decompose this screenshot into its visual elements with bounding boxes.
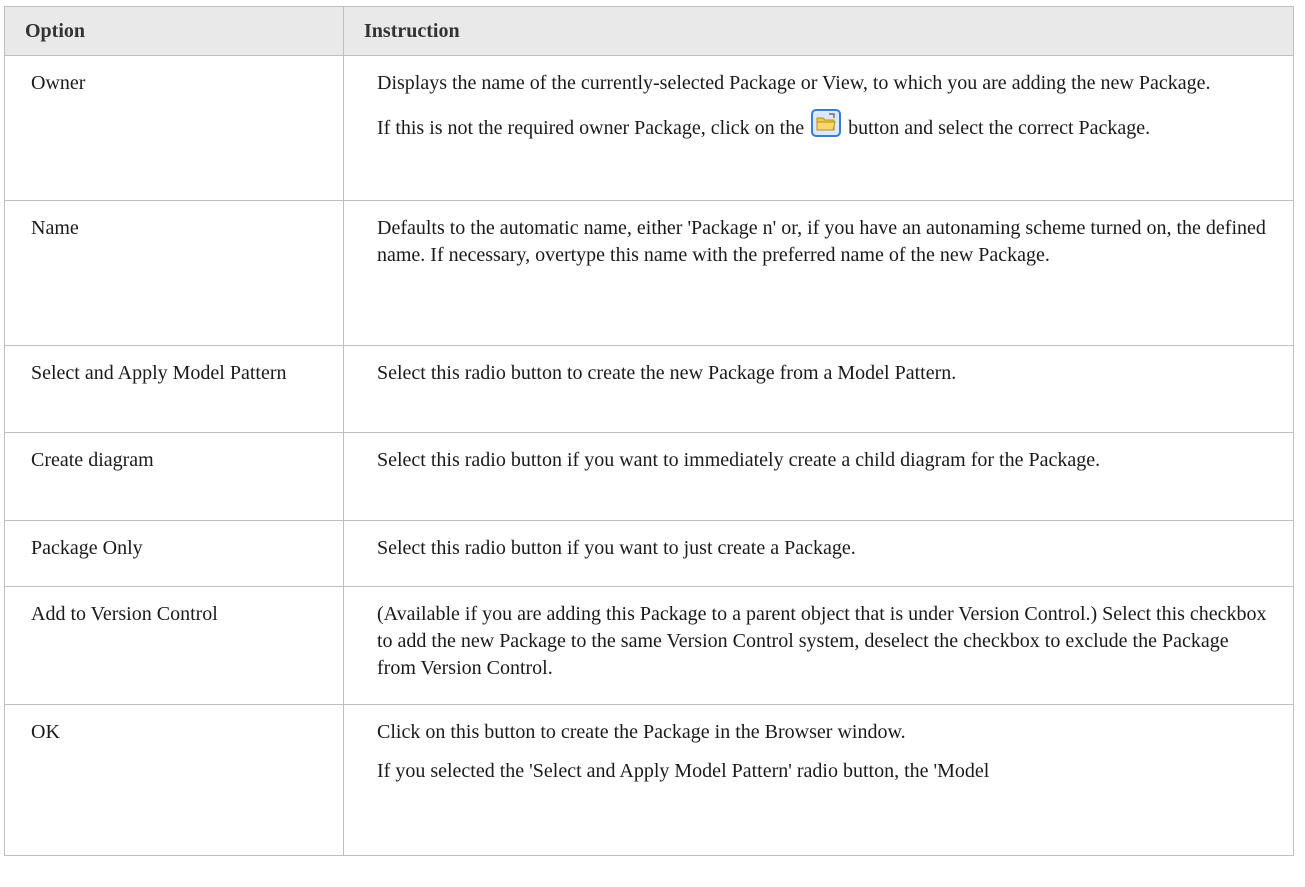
option-cell: Package Only <box>4 520 344 587</box>
table-header-row: Option Instruction <box>4 6 1294 56</box>
options-table: Option Instruction Owner Displays the na… <box>4 6 1294 856</box>
table-row-select-apply-model-pattern: Select and Apply Model Pattern Select th… <box>4 345 1294 433</box>
instruction-cell: Click on this button to create the Packa… <box>343 704 1294 856</box>
open-folder-icon[interactable] <box>811 109 842 137</box>
instruction-cell: Select this radio button to create the n… <box>343 345 1294 433</box>
instruction-paragraph: (Available if you are adding this Packag… <box>377 603 1267 679</box>
table-row-owner: Owner Displays the name of the currently… <box>4 55 1294 201</box>
option-cell: Owner <box>4 55 344 201</box>
instruction-cell: (Available if you are adding this Packag… <box>343 586 1294 705</box>
option-cell: Add to Version Control <box>4 586 344 705</box>
instruction-paragraph: Displays the name of the currently-selec… <box>377 72 1211 94</box>
instruction-paragraph: Click on this button to create the Packa… <box>377 721 906 743</box>
instruction-paragraph: If you selected the 'Select and Apply Mo… <box>377 760 990 782</box>
instruction-paragraph: If this is not the required owner Packag… <box>377 109 1269 142</box>
instruction-paragraph: Defaults to the automatic name, either '… <box>377 217 1266 266</box>
table-row-add-to-version-control: Add to Version Control (Available if you… <box>4 586 1294 705</box>
option-cell: Create diagram <box>4 432 344 521</box>
header-option: Option <box>4 6 344 56</box>
option-cell: Name <box>4 200 344 346</box>
option-cell: OK <box>4 704 344 856</box>
instruction-paragraph: Select this radio button if you want to … <box>377 537 856 559</box>
instruction-paragraph: Select this radio button if you want to … <box>377 449 1101 471</box>
instruction-text: If this is not the required owner Packag… <box>377 117 805 139</box>
instruction-paragraph: Select this radio button to create the n… <box>377 362 957 384</box>
table-row-create-diagram: Create diagram Select this radio button … <box>4 432 1294 521</box>
header-instruction: Instruction <box>343 6 1294 56</box>
table-row-name: Name Defaults to the automatic name, eit… <box>4 200 1294 346</box>
instruction-cell: Select this radio button if you want to … <box>343 520 1294 587</box>
instruction-cell: Defaults to the automatic name, either '… <box>343 200 1294 346</box>
instruction-cell: Select this radio button if you want to … <box>343 432 1294 521</box>
instruction-cell: Displays the name of the currently-selec… <box>343 55 1294 201</box>
table-row-package-only: Package Only Select this radio button if… <box>4 520 1294 587</box>
instruction-text: button and select the correct Package. <box>848 117 1151 139</box>
table-row-ok: OK Click on this button to create the Pa… <box>4 704 1294 856</box>
option-cell: Select and Apply Model Pattern <box>4 345 344 433</box>
